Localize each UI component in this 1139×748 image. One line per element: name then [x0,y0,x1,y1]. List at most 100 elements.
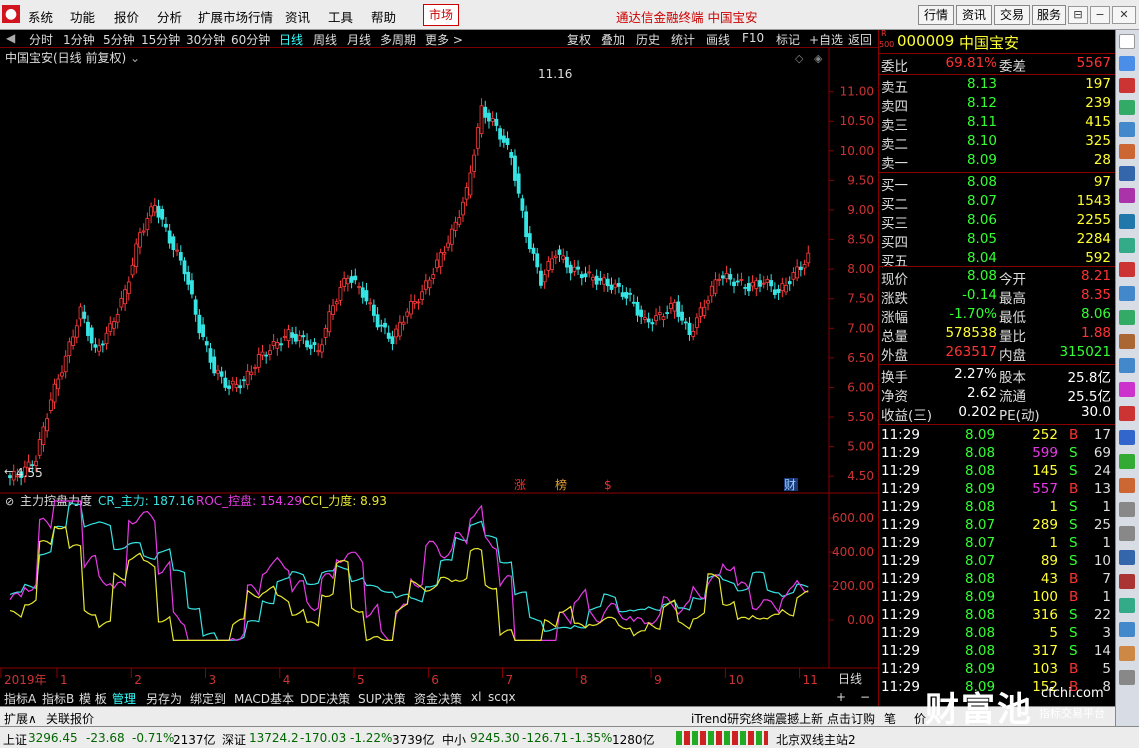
arrow-up-icon[interactable] [1119,502,1135,517]
pie-icon[interactable] [1119,188,1135,203]
period-more[interactable]: 更多 > [425,31,463,48]
period-30min[interactable]: 30分钟 [186,31,225,48]
menu-analysis[interactable]: 分析 [157,7,182,26]
user-icon[interactable] [1119,622,1135,637]
tool-back[interactable]: 返回 [848,31,872,48]
menu-ext-market[interactable]: 扩展市场行情 [198,7,273,26]
zx-percent: -1.35% [570,731,613,745]
tool-history[interactable]: 历史 [636,31,660,48]
zoom-in-icon[interactable] [1119,454,1135,469]
tab-bind-to[interactable]: 绑定到 [190,690,226,707]
menu-help[interactable]: 帮助 [371,7,396,26]
tab-ticks[interactable]: 笔 [884,710,896,727]
news-button[interactable]: 资讯 [956,5,992,25]
window-icon[interactable] [1119,56,1135,71]
calendar-icon[interactable] [1119,334,1135,349]
doc-icon[interactable] [1119,238,1135,253]
zoom-minus-icon[interactable]: − [860,690,870,704]
list-icon[interactable] [1119,78,1135,93]
tab-indicator-a[interactable]: 指标A [4,690,36,707]
f10-icon[interactable] [1119,214,1135,229]
rsi-icon[interactable] [1119,382,1135,397]
menu-quote[interactable]: 报价 [114,7,139,26]
zoom-plus-icon[interactable]: + [836,690,846,704]
period-5min[interactable]: 5分钟 [103,31,135,48]
tool-draw[interactable]: 画线 [706,31,730,48]
server-name[interactable]: 北京双线主站2 [776,731,856,748]
lock-icon[interactable] [1119,574,1135,589]
money-icon[interactable] [1119,310,1135,325]
quote-button[interactable]: 行情 [918,5,954,25]
tool-add-watch[interactable]: +自选 [809,31,843,48]
collapse-icon[interactable]: ◀ [6,31,15,45]
zoom-out-icon[interactable] [1119,478,1135,493]
tool-fuquan[interactable]: 复权 [567,31,591,48]
refresh-icon[interactable] [1119,598,1135,613]
period-daily[interactable]: 日线 [279,31,303,48]
pen-icon[interactable] [1119,550,1135,565]
kline-chart[interactable]: 中国宝安(日线 前复权) ⌄ ◇ ◈ 11.0010.5010.009.509.… [0,48,878,688]
close-icon[interactable]: ✕ [1112,6,1136,24]
indicator-close-icon[interactable]: ⊘ [5,495,14,508]
event-marker-cai[interactable]: 财 [784,478,796,492]
period-weekly[interactable]: 周线 [313,31,337,48]
tab-sup[interactable]: SUP决策 [358,690,406,707]
period-multi[interactable]: 多周期 [380,31,416,48]
event-marker-dollar[interactable]: $ [604,478,612,492]
tab-template[interactable]: 模 板 [79,690,107,707]
tab-xl[interactable]: xl [471,690,481,704]
grid-icon[interactable] [1119,34,1135,49]
menu-system[interactable]: 系统 [28,7,53,26]
alert-icon[interactable] [1119,262,1135,277]
tool-stats[interactable]: 统计 [671,31,695,48]
tab-manage[interactable]: 管理 [112,690,136,707]
event-marker-bang[interactable]: 榜 [555,477,567,492]
tag-icon[interactable] [1119,406,1135,421]
period-monthly[interactable]: 月线 [347,31,371,48]
menu-news[interactable]: 资讯 [285,7,310,26]
tool-mark[interactable]: 标记 [776,31,800,48]
market-button[interactable]: 市场 [423,4,459,26]
settings-icon[interactable]: ◈ [814,52,823,65]
tab-macd[interactable]: MACD基本 [234,690,294,707]
star-icon[interactable] [1119,646,1135,661]
tool-f10[interactable]: F10 [742,31,764,45]
tick-row: 11:29 8.09 100 B 1 [879,589,1115,607]
ad-ticker[interactable]: iTrend研究终端震撼上新 点击订购 [691,710,875,727]
tool-overlay[interactable]: 叠加 [601,31,625,48]
select-icon[interactable] [1119,358,1135,373]
trend-icon[interactable] [1119,122,1135,137]
app-logo-icon[interactable]: ● [2,5,20,23]
tab-scqx[interactable]: scqx [488,690,516,704]
period-15min[interactable]: 15分钟 [141,31,180,48]
restore-icon[interactable]: ⊟ [1068,6,1088,24]
trade-button[interactable]: 交易 [994,5,1030,25]
more-icon[interactable] [1119,670,1135,685]
move-icon[interactable] [1119,430,1135,445]
menu-tools[interactable]: 工具 [328,7,353,26]
minimize-icon[interactable]: − [1090,6,1110,24]
expand-button[interactable]: 扩展∧ [4,710,37,727]
chart-icon[interactable] [1119,100,1135,115]
tab-dde[interactable]: DDE决策 [300,690,350,707]
service-button[interactable]: 服务 [1032,5,1066,25]
sz-name[interactable]: 深证 [222,731,246,748]
sh-name[interactable]: 上证 [3,731,27,748]
table-icon[interactable] [1119,286,1135,301]
period-60min[interactable]: 60分钟 [231,31,270,48]
period-1min[interactable]: 1分钟 [63,31,95,48]
menu-function[interactable]: 功能 [70,7,95,26]
tab-indicator-b[interactable]: 指标B [42,690,74,707]
tab-fund[interactable]: 资金决策 [414,690,462,707]
zx-name[interactable]: 中小 [442,731,466,748]
line-icon[interactable] [1119,166,1135,181]
related-quote-button[interactable]: 关联报价 [46,710,94,727]
arrow-down-icon[interactable] [1119,526,1135,541]
period-fenshi[interactable]: 分时 [29,31,53,48]
tab-save-as[interactable]: 另存为 [146,690,182,707]
bar-icon[interactable] [1119,144,1135,159]
candle-body [412,301,417,304]
event-marker-zhang[interactable]: 涨 [514,477,526,492]
diamond-icon[interactable]: ◇ [795,52,804,65]
title-dropdown-icon[interactable]: ⌄ [130,51,140,65]
